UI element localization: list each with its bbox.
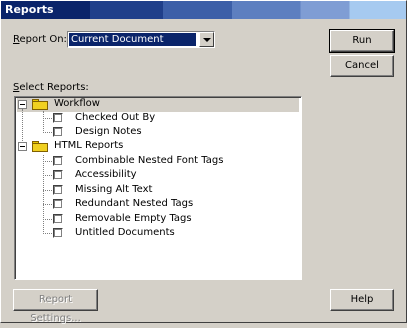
tree-group-label[interactable]: HTML Reports	[54, 140, 123, 151]
cancel-button[interactable]: Cancel	[330, 55, 394, 77]
checkbox-accessibility[interactable]	[53, 170, 63, 180]
collapse-toggle-workflow[interactable]	[18, 100, 27, 109]
tree-item-label[interactable]: Redundant Nested Tags	[75, 198, 193, 209]
select-reports-label-text: elect Reports:	[19, 82, 89, 93]
select-reports-label: Select Reports:	[13, 82, 89, 93]
folder-icon	[32, 99, 48, 110]
tree-item-label[interactable]: Checked Out By	[75, 112, 155, 123]
tree-item-label[interactable]: Combinable Nested Font Tags	[75, 155, 223, 166]
checkbox-checked-out-by[interactable]	[53, 113, 63, 123]
tree-connector	[43, 111, 44, 133]
title-bar-gradient	[1, 1, 406, 19]
tree-item-label[interactable]: Missing Alt Text	[75, 184, 152, 195]
tree-connector	[43, 155, 44, 234]
window-title: Reports	[5, 3, 54, 16]
run-button[interactable]: Run	[329, 29, 395, 53]
report-settings-button[interactable]: Report Settings...	[13, 289, 98, 324]
dropdown-arrow-button[interactable]	[199, 32, 214, 47]
report-on-select[interactable]: Current Document	[67, 31, 215, 48]
title-bar[interactable]: Reports	[1, 1, 406, 19]
reports-dialog: Reports Report On: Current Document Run …	[0, 0, 407, 324]
report-on-label-text: eport On:	[19, 34, 67, 45]
minus-icon	[20, 146, 25, 147]
minus-icon	[20, 104, 25, 105]
tree-item-label[interactable]: Design Notes	[75, 126, 142, 137]
checkbox-missing-alt-text[interactable]	[53, 185, 63, 195]
report-on-selected-value: Current Document	[69, 33, 196, 46]
checkbox-untitled-documents[interactable]	[53, 228, 63, 238]
checkbox-redundant-nested-tags[interactable]	[53, 199, 63, 209]
checkbox-removable-empty-tags[interactable]	[53, 214, 63, 224]
tree-group-label[interactable]: Workflow	[54, 98, 100, 109]
checkbox-design-notes[interactable]	[53, 127, 63, 137]
folder-icon	[32, 141, 48, 152]
checkbox-combinable-nested-font-tags[interactable]	[53, 156, 63, 166]
report-on-label: Report On:	[13, 34, 67, 45]
chevron-down-icon	[203, 38, 211, 42]
help-button[interactable]: Help	[330, 289, 394, 311]
tree-item-label[interactable]: Removable Empty Tags	[75, 213, 192, 224]
tree-item-label[interactable]: Untitled Documents	[75, 227, 175, 238]
tree-item-label[interactable]: Accessibility	[75, 169, 137, 180]
collapse-toggle-html-reports[interactable]	[18, 142, 27, 151]
reports-tree[interactable]: Workflow Checked Out By Design Notes HTM…	[14, 96, 302, 280]
